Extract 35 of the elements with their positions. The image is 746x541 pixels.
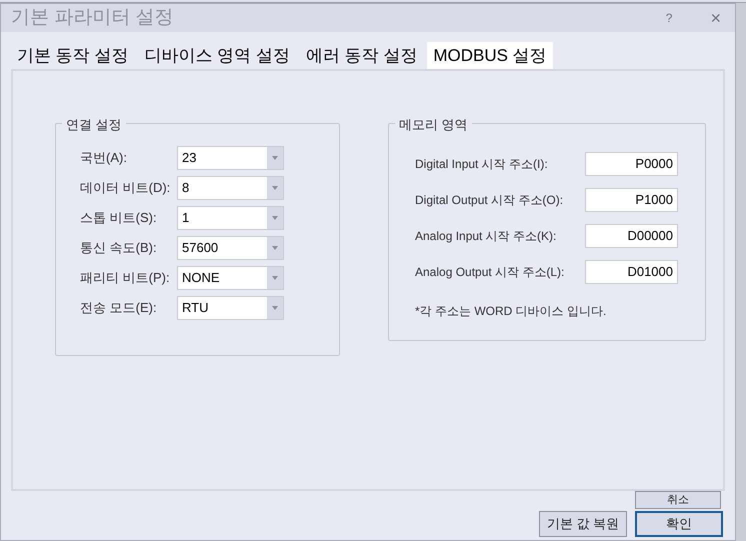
field-label: Analog Output 시작 주소(L): (415, 264, 566, 281)
dropdown-value: NONE (181, 269, 221, 288)
ok-button[interactable]: 확인 (635, 511, 723, 537)
address-field[interactable]: D01000 (585, 260, 678, 284)
tab[interactable]: 기본 동작 설정 (11, 42, 134, 69)
field-label: Digital Output 시작 주소(O): (415, 192, 564, 209)
dropdown-value: RTU (181, 299, 210, 318)
cancel-button[interactable]: 취소 (635, 491, 721, 509)
dropdown-field[interactable]: 1 (177, 206, 284, 230)
dropdown-value: 1 (181, 209, 190, 228)
dropdown-value: 57600 (181, 239, 220, 258)
field-label: 통신 속도(B): (80, 239, 158, 258)
window-title: 기본 파라미터 설정 (11, 6, 175, 30)
dropdown-field[interactable]: 57600 (177, 236, 284, 260)
tab[interactable]: 에러 동작 설정 (300, 42, 424, 69)
address-field[interactable]: D00000 (585, 224, 678, 248)
field-label: Digital Input 시작 주소(I): (415, 156, 549, 173)
dropdown-field[interactable]: NONE (177, 266, 284, 290)
tab[interactable]: MODBUS 설정 (427, 42, 553, 69)
note-text: *각 주소는 WORD 디바이스 입니다. (415, 303, 608, 320)
dropdown-value: 8 (181, 179, 190, 198)
field-label: Analog Input 시작 주소(K): (415, 228, 558, 245)
address-field[interactable]: P0000 (585, 152, 678, 176)
dropdown-field[interactable]: RTU (177, 296, 284, 320)
field-label: 패리티 비트(P): (80, 269, 171, 288)
dropdown-field[interactable]: 8 (177, 176, 284, 200)
dropdown-value: 23 (181, 149, 198, 168)
restore-defaults-button[interactable]: 기본 값 복원 (539, 511, 627, 537)
field-label: 국번(A): (80, 149, 128, 168)
address-field[interactable]: P1000 (585, 188, 678, 212)
field-label: 전송 모드(E): (80, 299, 158, 318)
field-label: 스톱 비트(S): (80, 209, 158, 228)
field-label: 데이터 비트(D): (80, 179, 172, 198)
tab[interactable]: 디바이스 영역 설정 (138, 42, 296, 69)
dropdown-field[interactable]: 23 (177, 146, 284, 170)
